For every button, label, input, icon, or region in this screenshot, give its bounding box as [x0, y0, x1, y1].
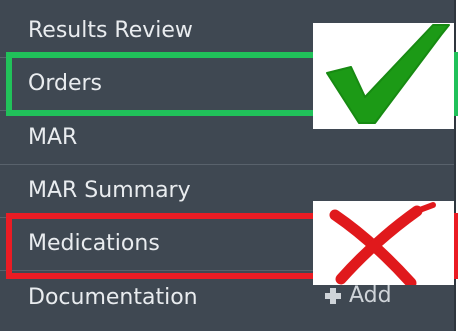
menu-item-label: Results Review — [28, 18, 193, 43]
menu-item-label: Medications — [28, 231, 160, 256]
x-mark-panel — [313, 201, 454, 289]
add-documentation-button[interactable]: Add — [325, 283, 392, 309]
menu-item-label: MAR — [28, 125, 78, 150]
menu-item-label: Documentation — [28, 285, 198, 310]
checkmark-icon — [326, 24, 450, 124]
plus-icon — [325, 288, 341, 304]
x-mark-icon — [329, 202, 436, 289]
checkmark-panel — [313, 23, 454, 129]
menu-item-label: MAR Summary — [28, 178, 191, 203]
menu-item-label: Orders — [28, 71, 102, 96]
add-button-label: Add — [349, 283, 392, 308]
